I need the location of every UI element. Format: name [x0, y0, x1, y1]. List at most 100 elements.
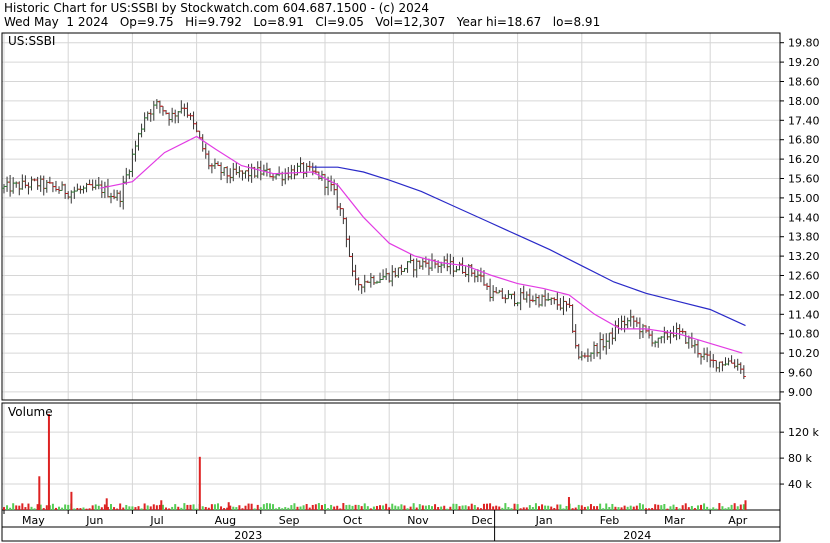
- volume-bar: [128, 506, 131, 510]
- volume-bar: [486, 503, 489, 510]
- price-bar: [381, 269, 386, 281]
- volume-bar: [195, 508, 198, 510]
- volume-bar: [192, 504, 195, 510]
- volume-bar: [437, 507, 440, 510]
- price-tick-label: 18.60: [788, 76, 820, 89]
- volume-bar: [223, 508, 226, 510]
- volume-bar: [455, 503, 458, 510]
- volume-bar: [492, 506, 495, 510]
- volume-bar: [235, 507, 238, 510]
- volume-bar: [293, 503, 296, 510]
- volume-bar: [76, 507, 79, 510]
- volume-bar: [38, 476, 41, 510]
- volume-bar: [227, 502, 230, 510]
- volume-bar: [458, 506, 461, 510]
- price-bar: [139, 123, 144, 138]
- volume-bar: [446, 508, 449, 510]
- volume-bar: [152, 504, 155, 510]
- price-tick-label: 9.60: [788, 367, 813, 380]
- price-bar: [399, 264, 404, 275]
- volume-bar: [687, 507, 690, 510]
- price-bar: [598, 332, 603, 360]
- price-bar: [102, 181, 107, 199]
- price-bar: [451, 256, 456, 277]
- volume-bar: [632, 506, 635, 510]
- month-tick-label: Apr: [728, 514, 748, 527]
- volume-bar: [73, 508, 76, 510]
- price-bar: [23, 175, 28, 189]
- volume-bar: [583, 506, 586, 510]
- price-bar: [622, 315, 627, 333]
- volume-bar: [654, 504, 657, 510]
- volume-bar: [498, 506, 501, 510]
- price-bar: [680, 328, 685, 334]
- volume-bar: [507, 507, 510, 510]
- volume-bar: [495, 505, 498, 510]
- month-tick-label: May: [22, 514, 45, 527]
- volume-bar: [217, 503, 219, 510]
- volume-bar: [562, 508, 565, 510]
- price-bar: [332, 179, 337, 196]
- price-bar: [63, 183, 68, 199]
- price-bar: [567, 298, 572, 308]
- volume-bar: [525, 507, 528, 510]
- volume-bar: [317, 503, 320, 510]
- price-bar: [552, 297, 557, 305]
- volume-bar: [744, 500, 747, 510]
- price-bar: [616, 318, 621, 334]
- price-bar: [130, 148, 135, 177]
- volume-bar: [501, 507, 504, 510]
- price-bar: [72, 186, 77, 199]
- volume-bar: [434, 504, 437, 510]
- price-bar: [637, 317, 642, 340]
- price-bar: [356, 277, 361, 291]
- volume-bar: [519, 508, 522, 510]
- price-bar: [277, 166, 282, 177]
- volume-bar: [85, 508, 88, 510]
- volume-bar: [88, 508, 91, 510]
- month-tick-label: Aug: [215, 514, 236, 527]
- price-bar: [714, 359, 719, 372]
- month-tick-label: Mar: [664, 514, 685, 527]
- volume-bar: [617, 507, 620, 510]
- volume-bar: [281, 508, 284, 510]
- symbol-label: US:SSBI: [8, 34, 55, 48]
- volume-bar: [418, 504, 421, 510]
- volume-bar: [424, 505, 427, 510]
- volume-bar: [131, 506, 134, 510]
- volume-bar: [482, 503, 485, 510]
- volume-bar: [314, 504, 317, 510]
- volume-bar: [449, 506, 452, 510]
- price-bar: [234, 162, 239, 176]
- month-tick-label: Feb: [600, 514, 619, 527]
- volume-bar: [403, 505, 406, 510]
- volume-bar: [339, 508, 342, 510]
- price-bar: [115, 189, 120, 201]
- volume-bar: [183, 503, 186, 510]
- volume-bar: [672, 504, 675, 510]
- price-bar: [341, 208, 346, 225]
- volume-bar: [262, 504, 265, 510]
- volume-bar: [400, 504, 403, 510]
- volume-bar: [409, 506, 412, 510]
- volume-label: Volume: [8, 405, 53, 419]
- volume-bar: [250, 503, 253, 510]
- volume-bar: [703, 503, 706, 510]
- volume-bar: [97, 505, 100, 510]
- price-bar: [396, 267, 401, 278]
- ma-long-line: [312, 166, 746, 327]
- volume-bar: [586, 506, 589, 510]
- volume-bar: [247, 503, 250, 510]
- volume-bar: [155, 505, 158, 510]
- price-bar: [182, 103, 187, 117]
- price-bar: [478, 267, 483, 283]
- price-bar: [631, 315, 636, 330]
- volume-bar: [220, 506, 223, 510]
- volume-bar: [470, 503, 473, 510]
- price-bar: [289, 164, 294, 180]
- volume-bar: [265, 503, 268, 510]
- price-bar: [732, 359, 737, 369]
- volume-bar: [657, 504, 660, 510]
- price-bar: [604, 333, 609, 355]
- volume-bar: [174, 504, 177, 510]
